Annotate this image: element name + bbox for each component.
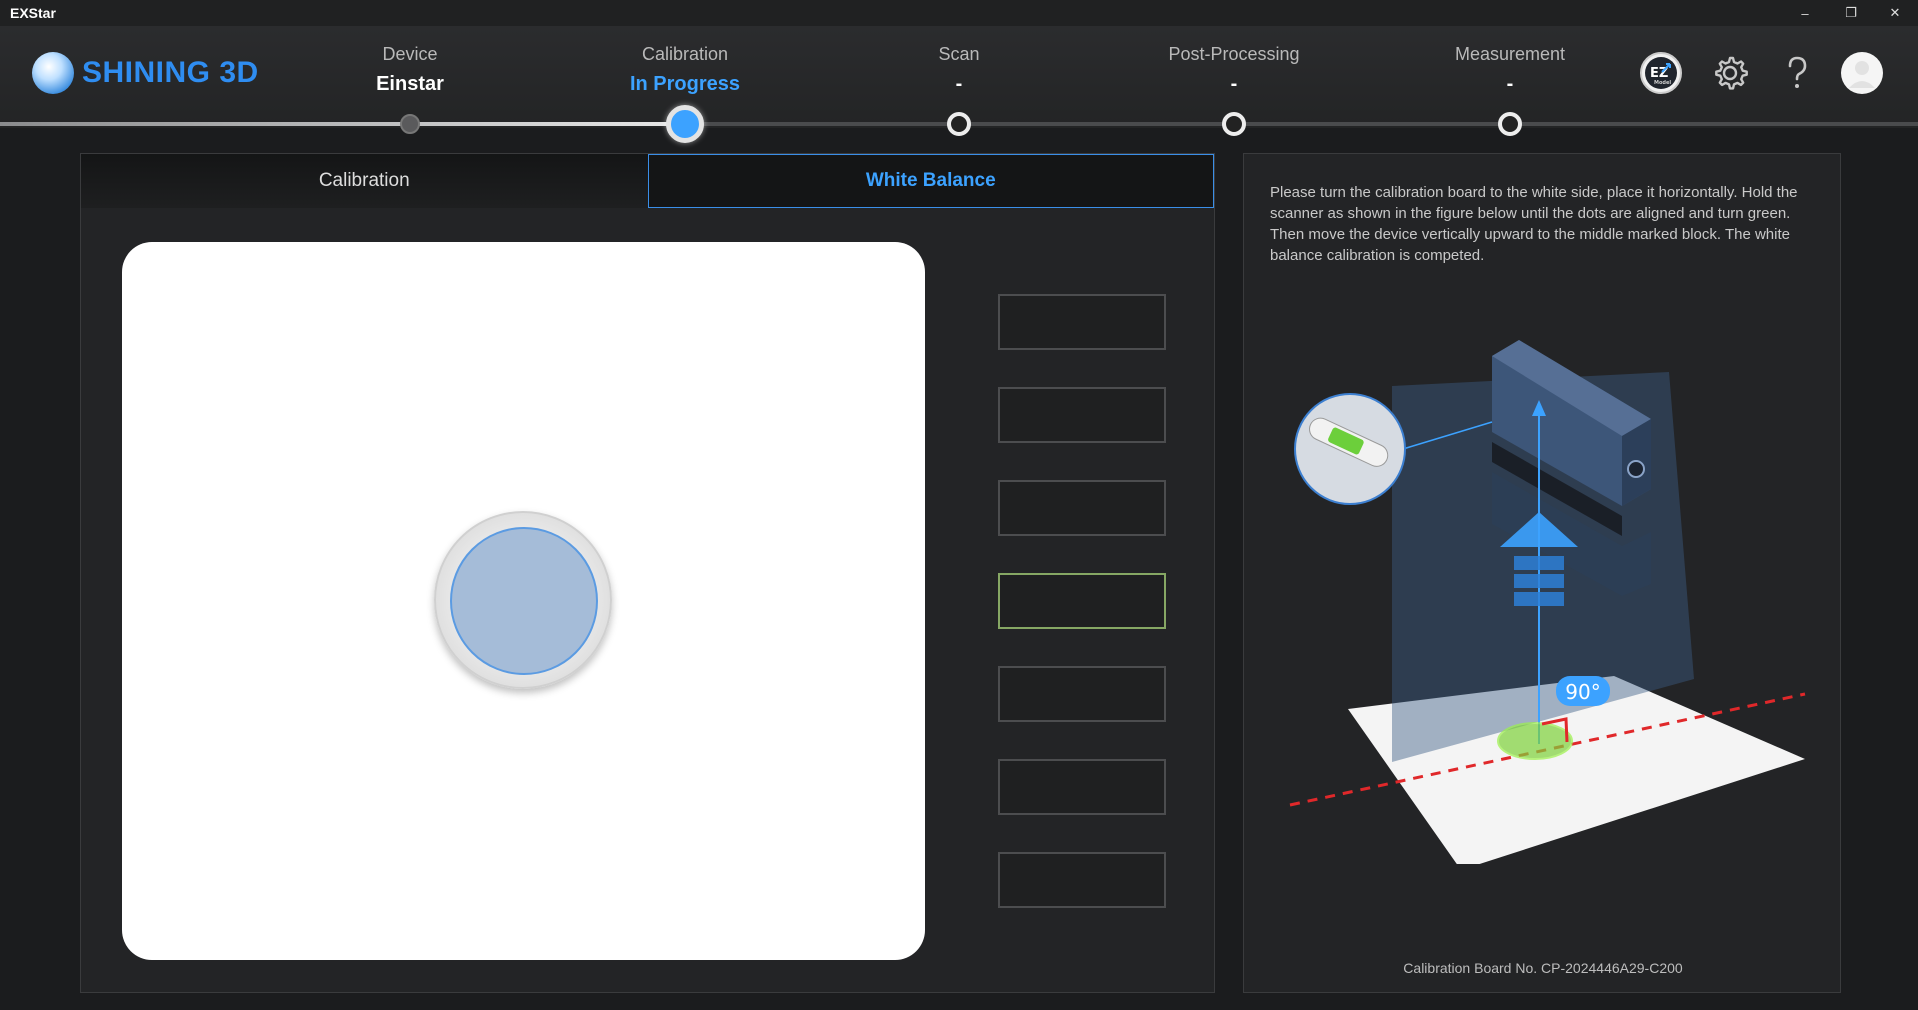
distance-level-7 [998, 852, 1166, 908]
step-value: - [955, 73, 963, 95]
step-label: Device [382, 44, 438, 64]
distance-level-4-current [998, 573, 1166, 629]
title-bar: EXStar – ❐ ✕ [0, 0, 1918, 26]
alignment-target [434, 511, 612, 689]
app-title: EXStar [10, 5, 56, 21]
progress-completed [0, 122, 684, 126]
step-label: Scan [938, 44, 980, 64]
close-button[interactable]: ✕ [1872, 0, 1918, 26]
step-node-post-processing[interactable] [1222, 112, 1246, 136]
brand-name: SHINING 3D [82, 56, 259, 89]
tab-white-balance[interactable]: White Balance [647, 154, 1214, 208]
brand-logo: SHINING 3D [32, 52, 259, 94]
instruction-panel: Please turn the calibration board to the… [1243, 153, 1841, 993]
step-node-device[interactable] [400, 114, 420, 134]
step-node-calibration[interactable] [666, 105, 704, 143]
calibration-panel: Calibration White Balance [80, 153, 1215, 993]
instruction-text: Please turn the calibration board to the… [1270, 184, 1798, 264]
step-node-measurement[interactable] [1498, 112, 1522, 136]
gear-icon[interactable] [1709, 52, 1751, 94]
target-spot [1497, 722, 1573, 760]
avatar[interactable] [1841, 52, 1883, 94]
tab-bar: Calibration White Balance [81, 154, 1214, 208]
step-label: Calibration [641, 44, 729, 64]
level-block-bottom [1514, 592, 1564, 606]
alignment-dot [450, 527, 598, 675]
calibration-board-number: Calibration Board No. CP-2024446A29-C200 [1403, 960, 1683, 976]
step-calibration[interactable]: Calibration In Progress [585, 44, 785, 96]
minimize-button[interactable]: – [1782, 0, 1828, 26]
header: SHINING 3D Device Einstar Calibration In… [0, 26, 1918, 143]
distance-level-1 [998, 294, 1166, 350]
step-measurement[interactable]: Measurement - [1410, 44, 1610, 96]
step-node-scan[interactable] [947, 112, 971, 136]
ez-model-icon[interactable]: EZ Model [1640, 52, 1682, 94]
angle-label: 90° [1565, 680, 1600, 704]
step-value: - [1506, 73, 1514, 95]
step-value: In Progress [629, 73, 741, 95]
step-value: Einstar [376, 73, 444, 95]
step-post-processing[interactable]: Post-Processing - [1134, 44, 1334, 96]
ez-badge: EZ Model [1645, 57, 1677, 89]
maximize-button[interactable]: ❐ [1828, 0, 1874, 26]
white-balance-illustration: 90° [1289, 340, 1806, 864]
level-block-top [1514, 556, 1564, 570]
step-label: Measurement [1454, 44, 1566, 64]
step-value: - [1230, 73, 1238, 95]
step-device[interactable]: Device Einstar [310, 44, 510, 96]
scanner-preview [122, 242, 925, 960]
ez-model-text: Model [1654, 80, 1671, 86]
level-block-middle [1514, 574, 1564, 588]
distance-level-5 [998, 666, 1166, 722]
distance-level-6 [998, 759, 1166, 815]
step-scan[interactable]: Scan - [859, 44, 1059, 96]
app-window: EXStar – ❐ ✕ SHINING 3D Device Einstar C… [0, 0, 1918, 1010]
distance-level-2 [998, 387, 1166, 443]
tab-calibration[interactable]: Calibration [81, 154, 648, 208]
step-label: Post-Processing [1168, 44, 1300, 64]
distance-level-3 [998, 480, 1166, 536]
help-icon[interactable] [1776, 52, 1818, 94]
logo-icon [32, 52, 74, 94]
